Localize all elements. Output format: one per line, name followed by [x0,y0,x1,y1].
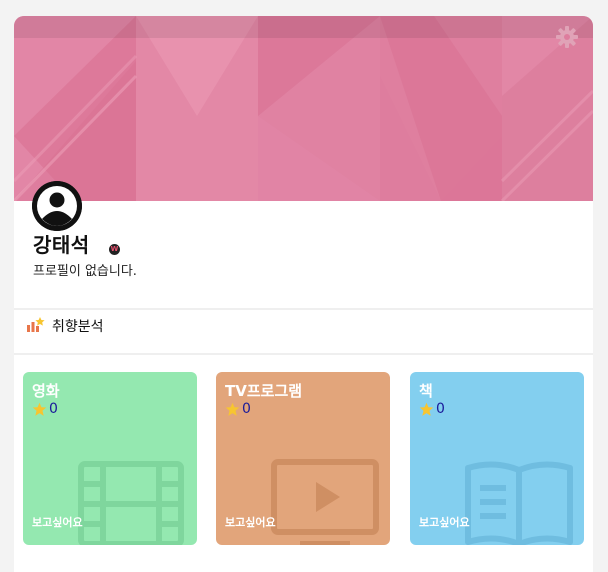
profile-card: 강태석 W 프로필이 없습니다. 취향분석 영화 0 보고싶어요 TV프로그램 … [14,16,593,572]
star-icon [225,402,240,416]
badge-text: W [110,245,119,253]
category-card-book[interactable]: 책 0 보고싶어요 [410,372,584,545]
taste-analysis-icon [27,317,45,332]
profile-bio: 프로필이 없습니다. [33,264,137,279]
category-rating: 0 [225,401,251,417]
category-rating-value: 0 [436,401,445,417]
profile-cover-image [14,16,593,201]
category-rating-value: 0 [242,401,251,417]
category-title: 책 [419,382,433,400]
star-icon [32,402,47,416]
profile-name: 강태석 [33,233,90,257]
book-icon [465,461,573,545]
wishlist-label: 보고싶어요 [225,516,276,529]
taste-analysis-label: 취향분석 [52,319,104,335]
category-rating-value: 0 [49,401,58,417]
star-icon [419,402,434,416]
tv-icon [271,459,379,545]
verified-badge-icon: W [108,243,121,256]
divider [14,308,593,310]
category-title: 영화 [32,382,60,400]
taste-analysis-link[interactable]: 취향분석 [26,314,104,338]
divider [14,353,593,355]
category-title: TV프로그램 [225,382,303,400]
avatar[interactable] [32,181,82,231]
category-rating: 0 [32,401,58,417]
category-card-movie[interactable]: 영화 0 보고싶어요 [23,372,197,545]
wishlist-label: 보고싶어요 [32,516,83,529]
settings-gear-icon[interactable] [556,26,578,48]
category-card-tv[interactable]: TV프로그램 0 보고싶어요 [216,372,390,545]
category-rating: 0 [419,401,445,417]
wishlist-label: 보고싶어요 [419,516,470,529]
film-icon [78,461,184,545]
